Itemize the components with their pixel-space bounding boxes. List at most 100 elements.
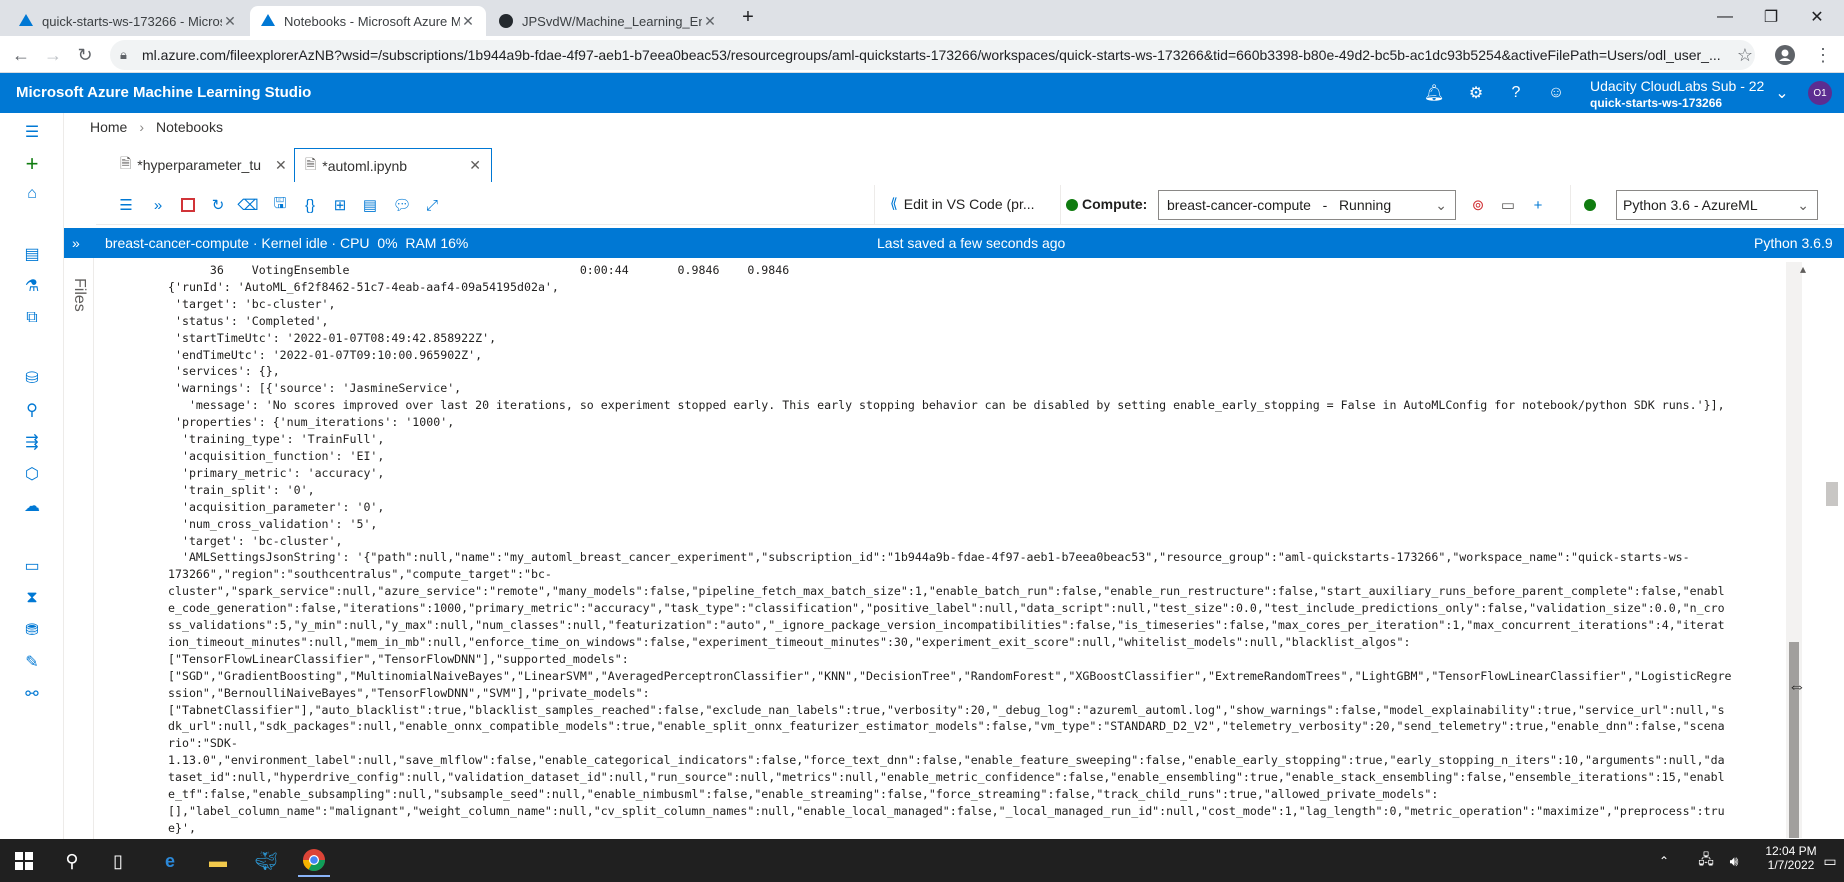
close-tab-icon[interactable]: ✕ [222, 13, 238, 30]
account-name[interactable]: Udacity CloudLabs Sub - 22 [1590, 78, 1764, 94]
output-line: 'primary_metric': 'accuracy', [168, 465, 385, 480]
edit-in-vscode-button[interactable]: ⟪ Edit in VS Code (pr... [890, 195, 1035, 212]
chevron-down-icon: ⌄ [1435, 196, 1447, 213]
close-tab-icon[interactable]: ✕ [702, 13, 718, 30]
hamburger-menu-icon[interactable]: ☰ [20, 121, 44, 143]
breadcrumb-notebooks[interactable]: Notebooks [156, 119, 223, 135]
back-icon[interactable]: ← [8, 42, 34, 68]
minimize-icon[interactable]: — [1702, 0, 1748, 34]
table-of-contents-icon[interactable]: ⊞ [330, 195, 350, 215]
compute-details-icon[interactable]: ▭ [1498, 195, 1518, 215]
interrupt-kernel-icon[interactable] [178, 195, 198, 215]
settings-icon[interactable]: ⚙ [1466, 83, 1486, 103]
close-icon[interactable]: ✕ [469, 157, 481, 174]
clock[interactable]: 12:04 PM 1/7/2022 [1760, 844, 1822, 872]
feedback-smiley-icon[interactable]: ☺ [1546, 83, 1566, 103]
output-line: 'properties': {'num_iterations': '1000', [168, 415, 455, 430]
browser-tab-github[interactable]: JPSvdW/Machine_Learning_Engi ✕ [488, 6, 728, 36]
browser-tab-workspace[interactable]: quick-starts-ws-173266 - Micros ✕ [8, 6, 248, 36]
stop-compute-icon[interactable]: ⊚ [1468, 195, 1488, 215]
profile-icon[interactable] [1772, 42, 1798, 68]
docker-icon[interactable]: 🐳︎ [250, 845, 282, 877]
tab-hyperparameter[interactable]: 🗎︎ *hyperparameter_tu ✕ [110, 148, 290, 182]
notebook-details-icon[interactable]: ▤ [360, 195, 380, 215]
kernel-status-bar: » breast-cancer-compute · Kernel idle · … [64, 228, 1844, 258]
create-new-icon[interactable]: + [20, 151, 44, 176]
browser-tab-strip: quick-starts-ws-173266 - Micros ✕ Notebo… [0, 0, 1844, 36]
browser-tab-notebooks[interactable]: Notebooks - Microsoft Azure Ma ✕ [250, 6, 486, 36]
notifications-center-icon[interactable]: ▭ [1820, 845, 1840, 877]
datasets-icon[interactable]: ⛁ [20, 367, 44, 389]
comment-icon[interactable]: 💬︎ [392, 195, 412, 215]
system-tray-chevron-icon[interactable]: ⌃ [1648, 845, 1680, 877]
lock-icon: 🔒︎ [120, 47, 127, 62]
menu-icon[interactable]: ☰ [116, 195, 136, 215]
chevron-down-icon[interactable]: ⌄ [1772, 83, 1792, 103]
chrome-menu-icon[interactable]: ⋮ [1810, 42, 1836, 68]
chrome-icon[interactable] [298, 845, 330, 877]
studio-header: Microsoft Azure Machine Learning Studio … [0, 73, 1844, 113]
output-line: ["TabnetClassifier"],"auto_blacklist":tr… [168, 702, 1725, 717]
output-line: 1.13.0","environment_label":null,"save_m… [168, 753, 1725, 768]
restore-icon[interactable]: ❐ [1748, 0, 1794, 34]
save-icon[interactable]: 🖫︎ [270, 195, 290, 215]
volume-icon[interactable]: 🔊︎ [1718, 845, 1750, 877]
compute-select[interactable]: breast-cancer-compute - Running ⌄ [1158, 190, 1456, 220]
bookmark-star-icon[interactable]: ☆ [1732, 42, 1758, 68]
environments-icon[interactable]: ⧗ [20, 587, 44, 609]
output-line: 'train_split': '0', [168, 482, 315, 497]
tab-automl[interactable]: 🗎︎ *automl.ipynb ✕ [294, 148, 492, 182]
chevron-right-icon: › [139, 119, 145, 135]
workspace-name[interactable]: quick-starts-ws-173266 [1590, 96, 1722, 110]
task-view-icon[interactable]: ▯ [102, 845, 134, 877]
output-line: e}', [168, 820, 196, 835]
automated-ml-icon[interactable]: ⚗ [20, 275, 44, 297]
output-scrollbar[interactable] [1786, 262, 1802, 838]
forward-icon[interactable]: → [40, 42, 66, 68]
run-all-icon[interactable]: » [148, 195, 168, 215]
output-line: 'target': 'bc-cluster', [168, 296, 336, 311]
pipelines-icon[interactable]: ⇶ [20, 431, 44, 453]
kernel-select[interactable]: Python 3.6 - AzureML ⌄ [1616, 190, 1818, 220]
datastores-icon[interactable]: ⛃ [20, 619, 44, 641]
expand-panel-icon[interactable]: » [72, 235, 80, 251]
files-panel-toggle[interactable]: Files [64, 258, 94, 839]
scroll-up-icon[interactable]: ▴ [1800, 262, 1806, 276]
studio-title[interactable]: Microsoft Azure Machine Learning Studio [16, 84, 311, 101]
fullscreen-icon[interactable]: ⤢ [422, 195, 442, 215]
reload-icon[interactable]: ↻ [72, 42, 98, 68]
azure-ml-icon [18, 13, 34, 29]
designer-icon[interactable]: ⧉ [20, 307, 44, 329]
add-compute-icon[interactable]: + [1528, 195, 1548, 215]
python-version-text: Python 3.6.9 [1754, 235, 1833, 251]
address-bar[interactable]: 🔒︎ ml.azure.com/fileexplorerAzNB?wsid=/s… [110, 40, 1755, 70]
home-icon[interactable]: ⌂ [20, 183, 44, 205]
avatar[interactable]: O1 [1808, 81, 1832, 105]
new-tab-icon[interactable]: + [735, 0, 761, 34]
linked-services-icon[interactable]: ⚯ [20, 683, 44, 705]
compute-icon[interactable]: ▭ [20, 555, 44, 577]
endpoints-icon[interactable]: ☁ [20, 495, 44, 517]
file-explorer-icon[interactable]: ▬ [202, 845, 234, 877]
data-labeling-icon[interactable]: ✎ [20, 651, 44, 673]
notebooks-icon[interactable]: ▤ [20, 243, 44, 265]
close-window-icon[interactable]: ✕ [1794, 0, 1840, 34]
help-icon[interactable]: ? [1506, 83, 1526, 103]
variables-icon[interactable]: {} [300, 195, 320, 215]
output-scrollbar-thumb[interactable] [1789, 642, 1799, 838]
internet-explorer-icon[interactable]: e [154, 845, 186, 877]
output-line: e_tf":false,"enable_subsampling":null,"s… [168, 787, 1439, 802]
experiments-icon[interactable]: ⚲ [20, 399, 44, 421]
search-icon[interactable]: ⚲ [56, 845, 88, 877]
page-scrollbar-thumb[interactable] [1826, 482, 1838, 506]
models-icon[interactable]: ⬡ [20, 463, 44, 485]
compute-status-icon [1066, 199, 1078, 211]
close-icon[interactable]: ✕ [275, 157, 287, 174]
breadcrumb-home[interactable]: Home [90, 119, 127, 135]
close-tab-icon[interactable]: ✕ [460, 13, 476, 30]
clear-outputs-icon[interactable]: ⌫ [237, 195, 258, 215]
restart-kernel-icon[interactable]: ↻ [208, 195, 228, 215]
notifications-icon[interactable]: 🔔︎ [1424, 83, 1444, 103]
kernel-status-icon [1584, 199, 1596, 211]
windows-start-icon[interactable] [8, 845, 40, 877]
